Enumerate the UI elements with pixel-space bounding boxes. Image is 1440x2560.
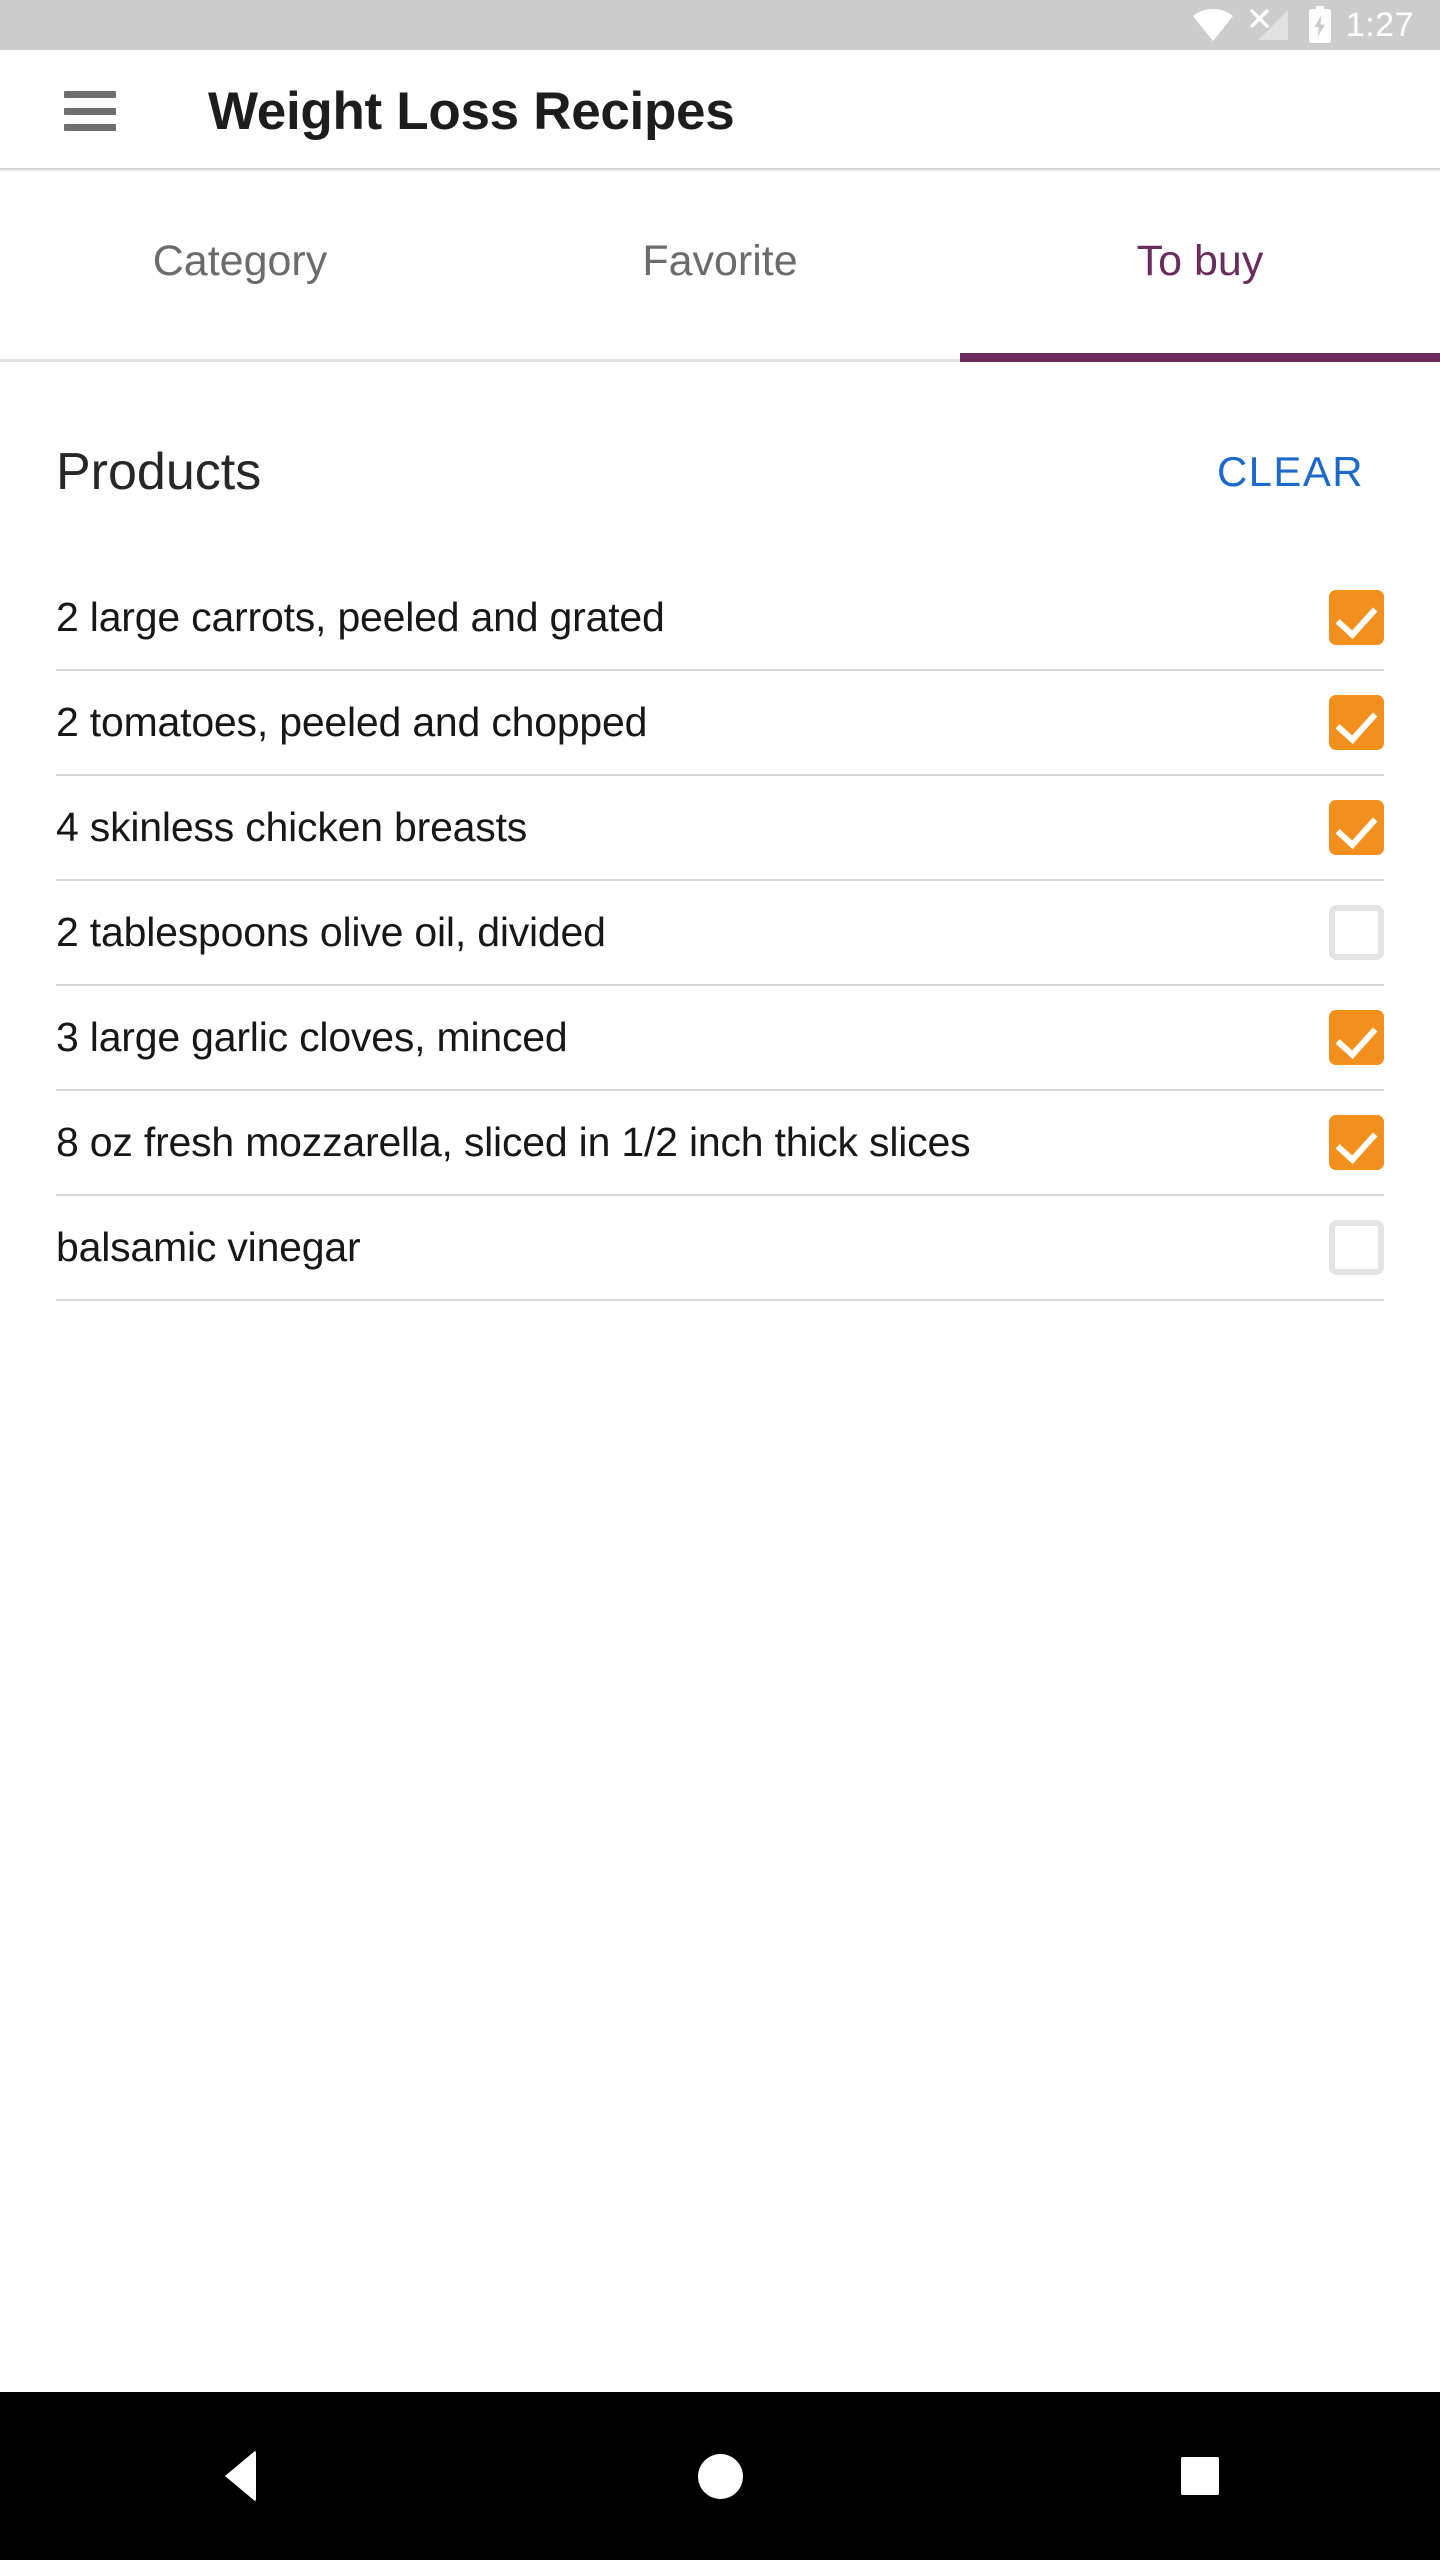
status-bar-clock: 1:27 [1345, 6, 1414, 44]
list-item[interactable]: balsamic vinegar [56, 1196, 1384, 1299]
product-label: balsamic vinegar [56, 1223, 361, 1270]
square-recents-icon [1181, 2457, 1219, 2495]
circle-home-icon [697, 2453, 743, 2499]
list-divider [56, 1299, 1384, 1301]
product-label: 2 tablespoons olive oil, divided [56, 908, 606, 955]
product-label: 2 tomatoes, peeled and chopped [56, 698, 648, 745]
hamburger-bar [64, 91, 116, 98]
battery-charging-icon [1307, 6, 1333, 44]
product-checkbox[interactable] [1329, 590, 1384, 645]
app-bar: Weight Loss Recipes [0, 50, 1440, 172]
product-checkbox[interactable] [1329, 1115, 1384, 1170]
section-header: Products CLEAR [0, 362, 1440, 512]
to-buy-panel: Products CLEAR 2 large carrots, peeled a… [0, 362, 1440, 2392]
tab-favorite[interactable]: Favorite [480, 172, 960, 359]
list-item[interactable]: 8 oz fresh mozzarella, sliced in 1/2 inc… [56, 1091, 1384, 1194]
product-checkbox[interactable] [1329, 1010, 1384, 1065]
list-item[interactable]: 2 large carrots, peeled and grated [56, 566, 1384, 669]
wifi-icon [1192, 9, 1233, 41]
section-title: Products [56, 443, 262, 501]
hamburger-bar [64, 124, 116, 131]
status-icon-group [1192, 6, 1333, 44]
page-title: Weight Loss Recipes [208, 81, 735, 141]
product-label: 4 skinless chicken breasts [56, 803, 528, 850]
tab-bar: Category Favorite To buy [0, 172, 1440, 362]
recents-button[interactable] [1125, 2421, 1275, 2531]
list-item[interactable]: 3 large garlic cloves, minced [56, 986, 1384, 1089]
product-checkbox[interactable] [1329, 800, 1384, 855]
hamburger-menu-icon[interactable] [64, 91, 116, 131]
triangle-back-icon [224, 2450, 256, 2502]
back-button[interactable] [165, 2421, 315, 2531]
product-label: 8 oz fresh mozzarella, sliced in 1/2 inc… [56, 1118, 971, 1165]
list-item[interactable]: 4 skinless chicken breasts [56, 776, 1384, 879]
product-checkbox[interactable] [1329, 1220, 1384, 1275]
status-bar: 1:27 [0, 0, 1440, 50]
product-checkbox[interactable] [1329, 905, 1384, 960]
list-item[interactable]: 2 tomatoes, peeled and chopped [56, 671, 1384, 774]
product-checkbox[interactable] [1329, 695, 1384, 750]
list-item[interactable]: 2 tablespoons olive oil, divided [56, 881, 1384, 984]
hamburger-bar [64, 107, 116, 115]
tab-category[interactable]: Category [0, 172, 480, 359]
cellular-no-signal-icon [1250, 8, 1290, 42]
home-button[interactable] [645, 2421, 795, 2531]
tab-to-buy[interactable]: To buy [960, 172, 1440, 362]
product-label: 3 large garlic cloves, minced [56, 1013, 568, 1060]
clear-button[interactable]: CLEAR [1201, 438, 1380, 506]
product-label: 2 large carrots, peeled and grated [56, 593, 665, 640]
product-list: 2 large carrots, peeled and grated 2 tom… [0, 566, 1440, 1301]
android-navigation-bar [0, 2392, 1440, 2560]
app-screen: 1:27 Weight Loss Recipes Category Favori… [0, 0, 1440, 2560]
